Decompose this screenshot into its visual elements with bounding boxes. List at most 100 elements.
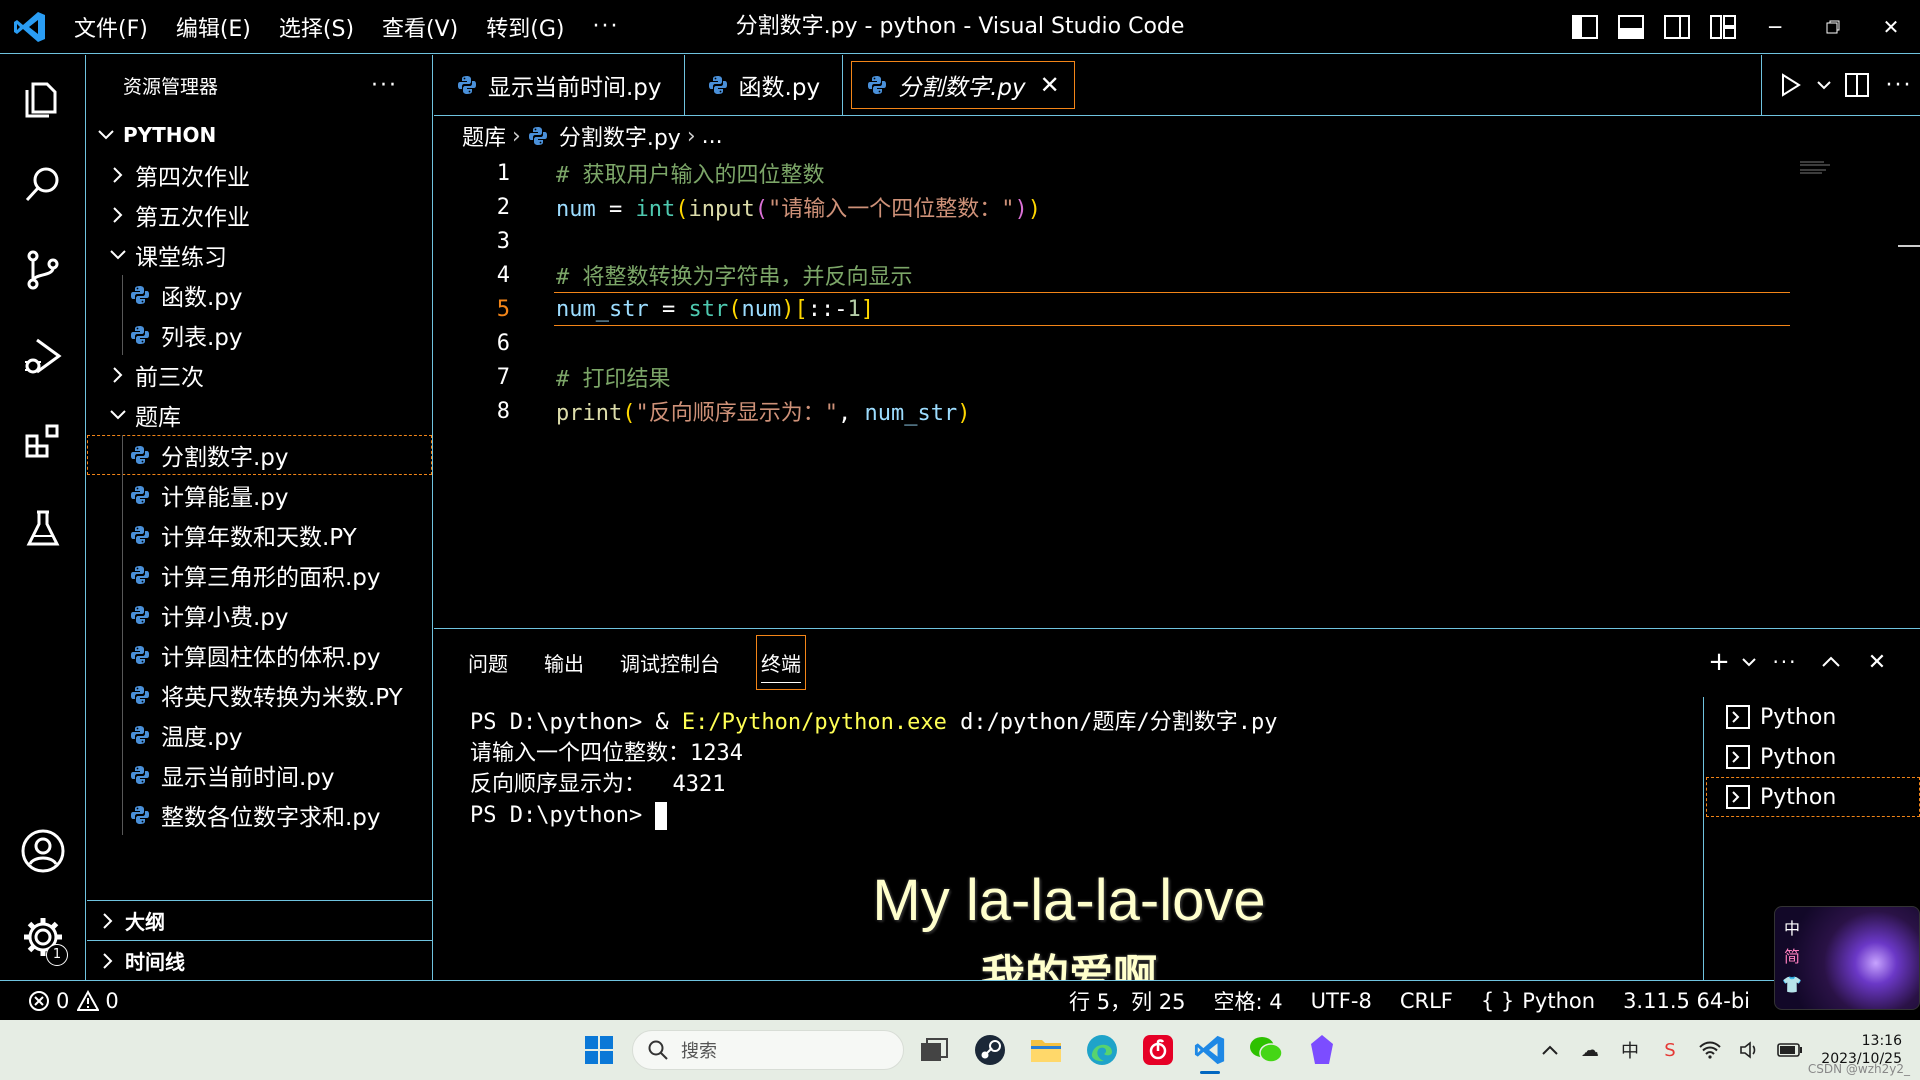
timeline-section[interactable]: 时间线 [87,940,432,980]
tree-folder[interactable]: 课堂练习 [87,235,432,275]
task-view-icon[interactable] [910,1026,958,1074]
encoding[interactable]: UTF-8 [1297,989,1386,1013]
tree-file[interactable]: 分割数字.py [87,435,432,475]
ime-mode-chinese[interactable]: 中 [1781,915,1803,943]
toggle-primary-sidebar-icon[interactable] [1562,0,1608,54]
explorer-more-button[interactable]: ··· [371,73,398,98]
problems-status[interactable]: 0 0 [0,989,119,1013]
panel-tab-problems[interactable]: 问题 [468,648,508,677]
panel-tab-debug-console[interactable]: 调试控制台 [620,648,720,677]
scrollbar-indicator[interactable] [1898,245,1920,247]
outline-section[interactable]: 大纲 [87,900,432,940]
terminal-dropdown-chevron-icon[interactable] [1736,629,1762,695]
settings-gear-icon[interactable]: 1 [0,894,86,980]
tree-file[interactable]: 计算三角形的面积.py [87,555,432,595]
tree-file[interactable]: 计算小费.py [87,595,432,635]
code-line[interactable]: 3 [434,224,1794,258]
wifi-icon[interactable] [1690,1020,1730,1080]
terminal-instance[interactable]: Python [1706,697,1920,737]
tree-file[interactable]: 列表.py [87,315,432,355]
netease-music-icon[interactable] [1134,1026,1182,1074]
tree-folder[interactable]: 前三次 [87,355,432,395]
tree-file[interactable]: 整数各位数字求和.py [87,795,432,835]
code-editor[interactable]: 1 # 获取用户输入的四位整数 2 num = int(input("请输入一个四位整… [434,155,1920,627]
tree-file[interactable]: 显示当前时间.py [87,755,432,795]
terminal-instance[interactable]: Python [1706,777,1920,817]
tree-file[interactable]: 计算圆柱体的体积.py [87,635,432,675]
menu-file[interactable]: 文件(F) [60,11,162,43]
volume-icon[interactable] [1730,1020,1770,1080]
tab-function[interactable]: 函数.py [685,55,844,115]
accounts-icon[interactable] [0,808,86,894]
sogou-ime-icon[interactable]: S [1650,1020,1690,1080]
customize-layout-icon[interactable] [1700,0,1746,54]
file-explorer-icon[interactable] [1022,1026,1070,1074]
edge-browser-icon[interactable] [1078,1026,1126,1074]
cursor-position[interactable]: 行 5，列 25 [1055,986,1199,1016]
tree-file[interactable]: 温度.py [87,715,432,755]
ime-shirt-icon[interactable]: 👕 [1781,971,1803,999]
ime-widget[interactable]: 中 简 👕 [1774,906,1920,1010]
code-line[interactable]: 4 # 将整数转换为字符串，并反向显示 [434,258,1794,292]
code-line[interactable]: 7 # 打印结果 [434,360,1794,394]
toggle-secondary-sidebar-icon[interactable] [1654,0,1700,54]
start-button-windows-icon[interactable] [575,1026,623,1074]
terminal-instance[interactable]: Python [1706,737,1920,777]
menu-more-button[interactable]: ··· [578,14,633,39]
toggle-panel-icon[interactable] [1608,0,1654,54]
editor-more-actions-icon[interactable]: ··· [1878,55,1920,115]
tree-file[interactable]: 将英尺数转换为米数.PY [87,675,432,715]
source-control-icon[interactable] [0,227,86,313]
tree-file[interactable]: 计算年数和天数.PY [87,515,432,555]
end-of-line[interactable]: CRLF [1386,989,1467,1013]
battery-icon[interactable] [1770,1020,1810,1080]
breadcrumb-file[interactable]: 分割数字.py [559,120,681,152]
tree-folder[interactable]: 第五次作业 [87,195,432,235]
explorer-icon[interactable] [0,55,86,141]
code-line[interactable]: 8 print("反向顺序显示为：", num_str) [434,394,1794,428]
panel-more-icon[interactable]: ··· [1762,629,1808,695]
onedrive-cloud-icon[interactable]: ☁ [1570,1020,1610,1080]
steam-icon[interactable] [966,1026,1014,1074]
tree-file[interactable]: 计算能量.py [87,475,432,515]
split-editor-icon[interactable] [1836,55,1878,115]
menu-edit[interactable]: 编辑(E) [162,11,265,43]
code-line[interactable]: 6 [434,326,1794,360]
close-panel-icon[interactable]: ✕ [1854,629,1900,695]
menu-selection[interactable]: 选择(S) [265,11,368,43]
extensions-icon[interactable] [0,399,86,485]
tree-folder[interactable]: 第四次作业 [87,155,432,195]
search-icon[interactable] [0,141,86,227]
show-hidden-icons-chevron-up-icon[interactable] [1530,1020,1570,1080]
code-line[interactable]: 2 num = int(input("请输入一个四位整数：")) [434,190,1794,224]
code-line[interactable]: 5 num_str = str(num)[::-1] [434,292,1794,326]
panel-tab-terminal[interactable]: 终端 [756,634,806,690]
breadcrumb-folder[interactable]: 题库 [462,120,506,152]
run-dropdown-chevron-icon[interactable] [1812,55,1836,115]
tab-split-digits[interactable]: 分割数字.py ✕ [851,61,1075,109]
restore-button[interactable] [1804,0,1862,54]
menu-view[interactable]: 查看(V) [368,11,472,43]
maximize-panel-chevron-up-icon[interactable] [1808,629,1854,695]
vscode-taskbar-icon[interactable] [1186,1026,1234,1074]
code-line[interactable]: 1 # 获取用户输入的四位整数 [434,156,1794,190]
tree-file[interactable]: 函数.py [87,275,432,315]
minimize-button[interactable]: ─ [1746,0,1804,54]
testing-flask-icon[interactable] [0,485,86,571]
minimap[interactable] [1800,160,1840,176]
obsidian-icon[interactable] [1298,1026,1346,1074]
tab-show-time[interactable]: 显示当前时间.py [434,55,685,115]
menu-go[interactable]: 转到(G) [472,11,578,43]
run-debug-icon[interactable] [0,313,86,399]
new-terminal-plus-icon[interactable]: + [1702,629,1736,695]
indentation[interactable]: 空格: 4 [1199,986,1296,1016]
ime-mode-simplified[interactable]: 简 [1781,943,1803,971]
taskbar-search[interactable]: 搜索 [632,1030,904,1070]
workspace-root[interactable]: PYTHON [87,115,432,155]
run-python-file-icon[interactable] [1770,55,1812,115]
wechat-icon[interactable] [1242,1026,1290,1074]
tree-folder[interactable]: 题库 [87,395,432,435]
language-mode[interactable]: { } Python [1467,989,1609,1013]
breadcrumb-symbols[interactable]: ... [702,124,723,149]
panel-tab-output[interactable]: 输出 [544,648,584,677]
